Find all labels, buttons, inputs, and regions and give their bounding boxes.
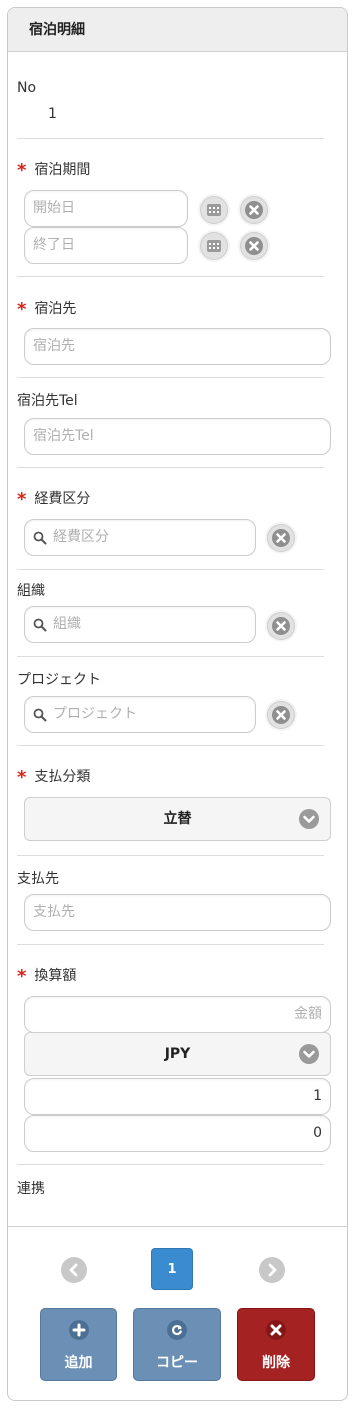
hotel-label: * 宿泊先 xyxy=(17,297,77,320)
project-label: プロジェクト xyxy=(17,672,101,688)
chevron-left-icon xyxy=(69,1263,78,1277)
expense-category-placeholder: 経費区分 xyxy=(53,529,109,545)
divider xyxy=(17,377,324,378)
payment-type-label-text: 支払分類 xyxy=(34,769,91,785)
no-value: 1 xyxy=(48,106,57,122)
divider xyxy=(17,276,324,277)
hotel-label-text: 宿泊先 xyxy=(34,301,77,317)
delete-button-label: 削除 xyxy=(262,1355,290,1371)
start-date-input[interactable]: 開始日 xyxy=(24,190,188,227)
close-icon xyxy=(266,1320,286,1340)
no-label: No xyxy=(17,80,37,96)
divider xyxy=(17,1164,324,1165)
chevron-down-icon xyxy=(299,1044,319,1064)
clear-button-expense-category[interactable] xyxy=(267,524,295,552)
calendar-button-end[interactable] xyxy=(200,232,228,260)
payee-input[interactable]: 支払先 xyxy=(24,894,331,931)
delete-button[interactable]: 削除 xyxy=(237,1308,315,1381)
calendar-icon xyxy=(207,204,221,216)
required-mark: * xyxy=(17,966,27,987)
prev-page-button[interactable] xyxy=(61,1257,87,1283)
refresh-icon xyxy=(167,1320,187,1340)
expense-category-label: * 経費区分 xyxy=(17,487,91,510)
search-icon xyxy=(33,531,47,545)
copy-button-label: コピー xyxy=(156,1355,198,1371)
close-icon xyxy=(272,706,290,724)
plus-icon xyxy=(68,1320,89,1340)
close-icon xyxy=(272,617,290,635)
rate-input[interactable]: 1 xyxy=(24,1078,331,1115)
currency-selected: JPY xyxy=(164,1046,191,1062)
organization-placeholder: 組織 xyxy=(53,616,81,632)
divider xyxy=(17,944,324,945)
chevron-down-icon xyxy=(299,809,319,829)
amount-input[interactable]: 金額 xyxy=(24,996,331,1033)
hotel-tel-input[interactable]: 宿泊先Tel xyxy=(24,418,331,455)
next-page-button[interactable] xyxy=(259,1257,285,1283)
converted-amount-label-text: 換算額 xyxy=(34,968,77,984)
add-button[interactable]: 追加 xyxy=(40,1308,117,1381)
currency-select[interactable]: JPY xyxy=(24,1032,331,1076)
expense-category-label-text: 経費区分 xyxy=(34,491,91,507)
clear-button-end[interactable] xyxy=(240,232,268,260)
payment-type-label: * 支払分類 xyxy=(17,765,91,788)
end-date-input[interactable]: 終了日 xyxy=(24,227,188,264)
divider xyxy=(17,569,324,570)
chevron-right-icon xyxy=(268,1263,277,1277)
close-icon xyxy=(272,529,290,547)
calendar-icon xyxy=(207,240,221,252)
hotel-input[interactable]: 宿泊先 xyxy=(24,328,331,365)
payment-type-select[interactable]: 立替 xyxy=(24,797,331,841)
divider xyxy=(17,745,324,746)
divider xyxy=(17,656,324,657)
period-label: * 宿泊期間 xyxy=(17,158,91,181)
required-mark: * xyxy=(17,489,27,510)
organization-label: 組織 xyxy=(17,583,45,599)
clear-button-start[interactable] xyxy=(240,196,268,224)
add-button-label: 追加 xyxy=(64,1355,93,1371)
close-icon xyxy=(245,201,263,219)
converted-amount-label: * 換算額 xyxy=(17,964,77,987)
total-input[interactable]: 0 xyxy=(24,1115,331,1152)
divider xyxy=(17,855,324,856)
close-icon xyxy=(245,237,263,255)
calendar-button-start[interactable] xyxy=(200,196,228,224)
footer-divider xyxy=(8,1226,347,1227)
copy-button[interactable]: コピー xyxy=(133,1308,221,1381)
link-label: 連携 xyxy=(17,1181,45,1197)
payment-type-selected: 立替 xyxy=(163,811,192,827)
search-icon xyxy=(33,618,47,632)
required-mark: * xyxy=(17,767,27,788)
required-mark: * xyxy=(17,160,27,181)
required-mark: * xyxy=(17,299,27,320)
page-number-button[interactable]: 1 xyxy=(151,1248,193,1290)
expense-category-search-input[interactable]: 経費区分 xyxy=(24,519,256,556)
organization-search-input[interactable]: 組織 xyxy=(24,606,256,643)
card-title: 宿泊明細 xyxy=(8,8,347,52)
clear-button-organization[interactable] xyxy=(267,612,295,640)
divider xyxy=(17,138,324,139)
search-icon xyxy=(33,708,47,722)
payee-label: 支払先 xyxy=(17,871,59,887)
clear-button-project[interactable] xyxy=(267,701,295,729)
hotel-tel-label: 宿泊先Tel xyxy=(17,393,78,409)
divider xyxy=(17,467,324,468)
project-placeholder: プロジェクト xyxy=(53,706,137,722)
project-search-input[interactable]: プロジェクト xyxy=(24,696,256,733)
period-label-text: 宿泊期間 xyxy=(34,162,91,178)
